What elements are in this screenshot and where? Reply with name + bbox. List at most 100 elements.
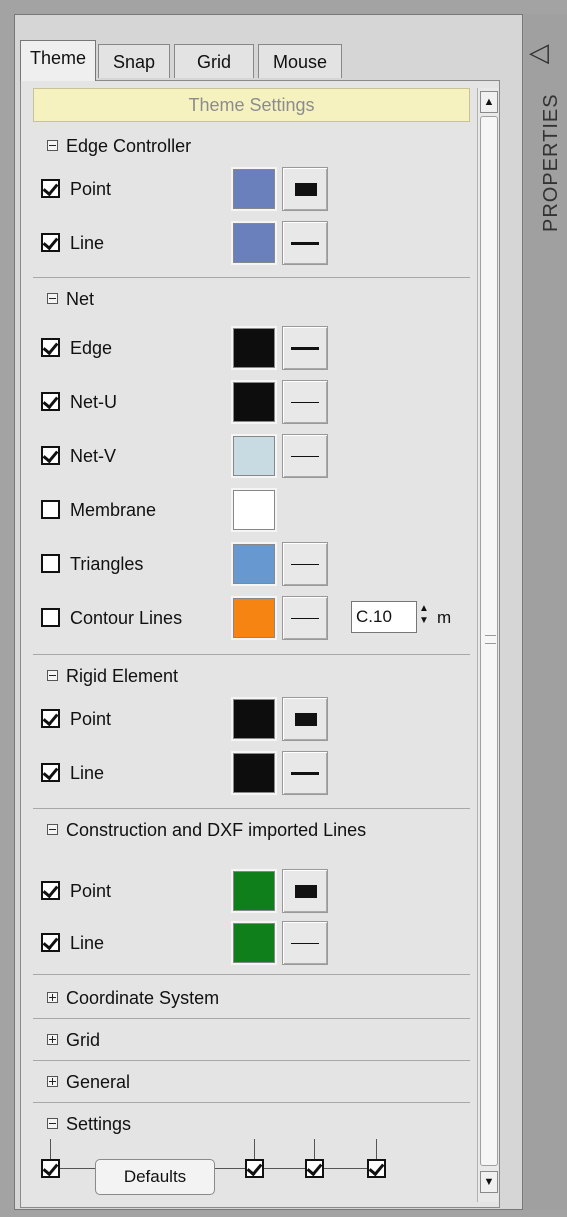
collapse-sidebar-icon[interactable]: ◁	[529, 38, 549, 66]
scroll-down-icon[interactable]: ▼	[480, 1171, 498, 1193]
style-button[interactable]	[282, 434, 328, 478]
row-label: Membrane	[70, 500, 157, 520]
theme-settings-header: Theme Settings	[33, 88, 470, 122]
style-button[interactable]	[282, 380, 328, 424]
connector-line	[314, 1139, 315, 1159]
section-header[interactable]: Grid	[47, 1029, 100, 1051]
line-checkbox[interactable]	[41, 933, 60, 952]
settings-checkbox-4[interactable]	[367, 1159, 386, 1178]
color-swatch[interactable]	[231, 380, 277, 424]
tab-theme[interactable]: Theme	[20, 40, 96, 81]
line-checkbox[interactable]	[41, 233, 60, 252]
color-swatch[interactable]	[231, 697, 277, 741]
expand-icon[interactable]	[47, 991, 58, 1003]
style-button[interactable]	[282, 751, 328, 795]
color-swatch[interactable]	[231, 542, 277, 586]
section-edge-controller: Edge Controller Point Line	[33, 123, 470, 278]
section-header[interactable]: Net	[47, 288, 94, 310]
style-button[interactable]	[282, 326, 328, 370]
scroll-thumb[interactable]	[480, 116, 498, 1166]
connector-line	[264, 1168, 305, 1169]
row-label: Net-U	[70, 392, 118, 412]
section-header[interactable]: Construction and DXF imported Lines	[47, 819, 366, 841]
section-construction: Construction and DXF imported Lines Poin…	[33, 809, 470, 975]
color-swatch[interactable]	[231, 221, 277, 265]
tab-mouse[interactable]: Mouse	[258, 44, 342, 78]
color-swatch[interactable]	[231, 751, 277, 795]
connector-line	[215, 1168, 245, 1169]
row-label: Line	[70, 763, 105, 783]
section-title: Coordinate System	[66, 988, 220, 1008]
collapse-icon[interactable]	[47, 1117, 58, 1129]
vertical-scrollbar[interactable]: ▲ ▼	[477, 88, 498, 1202]
section-header[interactable]: Rigid Element	[47, 665, 178, 687]
connector-line	[376, 1139, 377, 1159]
section-rigid-element: Rigid Element Point Line	[33, 655, 470, 809]
tab-grid[interactable]: Grid	[174, 44, 254, 78]
edge-checkbox[interactable]	[41, 338, 60, 357]
row-label: Point	[70, 881, 112, 901]
net-u-checkbox[interactable]	[41, 392, 60, 411]
settings-controls: Defaults	[33, 1139, 470, 1199]
spin-arrows-icon[interactable]: ▲ ▼	[419, 603, 431, 631]
style-button[interactable]	[282, 869, 328, 913]
net-v-checkbox[interactable]	[41, 446, 60, 465]
line-checkbox[interactable]	[41, 763, 60, 782]
color-swatch[interactable]	[231, 869, 277, 913]
style-button[interactable]	[282, 167, 328, 211]
style-button[interactable]	[282, 596, 328, 640]
section-net: Net Edge Net-U Net-V Membrane Triangles …	[33, 278, 470, 655]
section-general[interactable]: General	[33, 1061, 470, 1103]
triangles-checkbox[interactable]	[41, 554, 60, 573]
section-header[interactable]: Settings	[47, 1113, 131, 1135]
row-label: Net-V	[70, 446, 117, 466]
expand-icon[interactable]	[47, 1033, 58, 1045]
collapse-icon[interactable]	[47, 139, 58, 151]
membrane-checkbox[interactable]	[41, 500, 60, 519]
settings-checkbox-1[interactable]	[41, 1159, 60, 1178]
style-button[interactable]	[282, 542, 328, 586]
defaults-button[interactable]: Defaults	[95, 1159, 215, 1195]
section-grid[interactable]: Grid	[33, 1019, 470, 1061]
settings-checkbox-3[interactable]	[305, 1159, 324, 1178]
point-checkbox[interactable]	[41, 179, 60, 198]
unit-label: m	[437, 608, 452, 627]
row-label: Line	[70, 233, 105, 253]
color-swatch[interactable]	[231, 488, 277, 532]
point-checkbox[interactable]	[41, 709, 60, 728]
section-title: Construction and DXF imported Lines	[66, 820, 367, 840]
section-title: General	[66, 1072, 131, 1092]
row-label: Point	[70, 709, 112, 729]
row-label: Triangles	[70, 554, 144, 574]
contour-interval-input[interactable]: C.10	[351, 601, 417, 633]
tab-snap[interactable]: Snap	[98, 44, 170, 78]
row-label: Line	[70, 933, 105, 953]
contour-lines-checkbox[interactable]	[41, 608, 60, 627]
color-swatch[interactable]	[231, 326, 277, 370]
section-header[interactable]: Coordinate System	[47, 987, 219, 1009]
style-button[interactable]	[282, 697, 328, 741]
collapse-icon[interactable]	[47, 292, 58, 304]
section-header[interactable]: Edge Controller	[47, 135, 191, 157]
expand-icon[interactable]	[47, 1075, 58, 1087]
section-title: Rigid Element	[66, 666, 179, 686]
settings-checkbox-2[interactable]	[245, 1159, 264, 1178]
point-checkbox[interactable]	[41, 881, 60, 900]
color-swatch[interactable]	[231, 167, 277, 211]
style-button[interactable]	[282, 921, 328, 965]
color-swatch[interactable]	[231, 921, 277, 965]
style-button[interactable]	[282, 221, 328, 265]
section-title: Grid	[66, 1030, 101, 1050]
collapse-icon[interactable]	[47, 823, 58, 835]
collapse-icon[interactable]	[47, 669, 58, 681]
properties-sidebar-label: PROPERTIES	[540, 93, 562, 232]
section-coordinate-system[interactable]: Coordinate System	[33, 975, 470, 1019]
tab-bar: Theme Snap Grid Mouse	[20, 40, 500, 81]
connector-line	[50, 1139, 51, 1159]
scroll-up-icon[interactable]: ▲	[480, 91, 498, 113]
color-swatch[interactable]	[231, 596, 277, 640]
section-header[interactable]: General	[47, 1071, 130, 1093]
row-label: Edge	[70, 338, 113, 358]
connector-line	[324, 1168, 367, 1169]
color-swatch[interactable]	[231, 434, 277, 478]
